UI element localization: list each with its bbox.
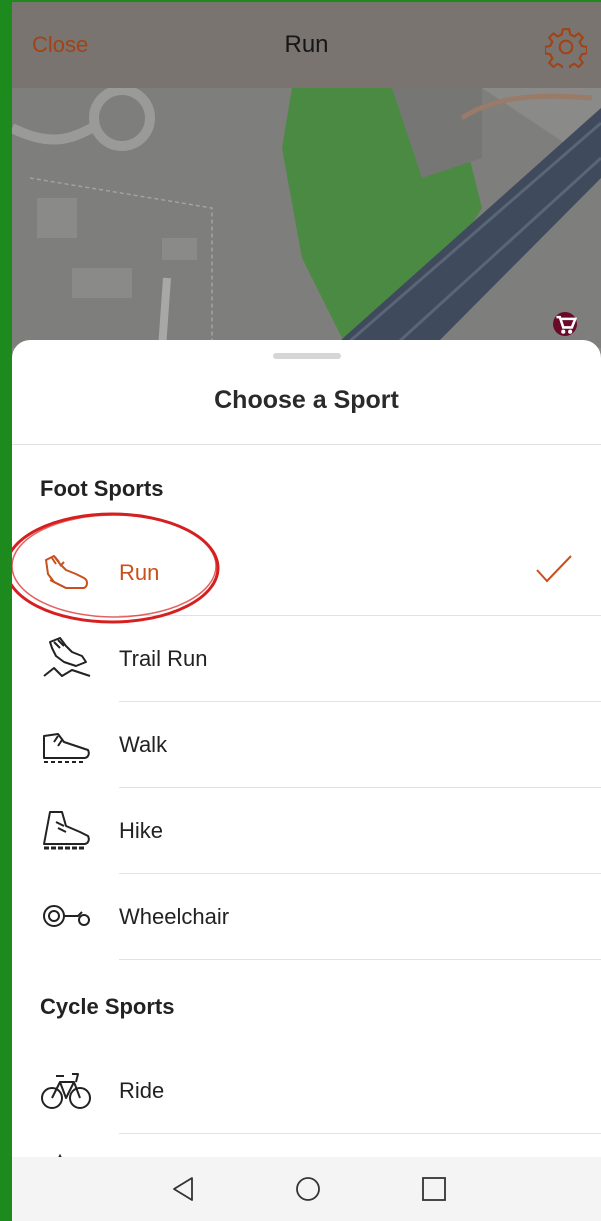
sport-item-trail-run[interactable]: Trail Run [12,616,601,702]
sport-item-walk[interactable]: Walk [12,702,601,788]
system-nav-bar [12,1157,601,1221]
hiking-boot-icon [43,811,90,850]
sport-item-wheelchair[interactable]: Wheelchair [12,874,601,960]
phone-screen: Close Run Choose a Sport Foot Sports Run… [0,0,601,1221]
divider [12,444,601,445]
drag-handle[interactable] [272,353,341,359]
top-bar: Close Run [12,2,601,88]
gear-icon[interactable] [545,26,587,68]
walking-shoe-icon [43,733,90,763]
checkmark-icon [536,555,572,583]
divider [119,959,601,960]
sheet-title: Choose a Sport [214,386,399,414]
sport-item-ride[interactable]: Ride [12,1048,601,1134]
sport-item-label: Run [119,560,160,585]
close-button[interactable]: Close [32,32,88,58]
section-cycle-sports: Cycle Sports [40,994,175,1019]
page-title: Run [284,31,329,58]
map-view[interactable] [12,88,601,348]
sport-item-label: Hike [119,818,164,843]
sport-picker-sheet: Choose a Sport Foot Sports Run Trail Run… [12,340,601,1221]
sport-item-label: Trail Run [119,646,208,671]
trail-run-icon [43,637,91,677]
divider [119,1133,601,1134]
bicycle-icon [41,1073,91,1109]
home-circle-icon[interactable] [294,1175,322,1203]
sport-item-run[interactable]: Run [12,530,601,616]
sport-item-label: Walk [119,732,168,757]
sport-item-hike[interactable]: Hike [12,788,601,874]
running-shoe-icon [45,555,88,589]
section-foot-sports: Foot Sports [40,476,164,501]
sport-item-label: Ride [119,1078,165,1103]
cart-marker-icon[interactable] [553,312,577,336]
back-triangle-icon[interactable] [170,1175,198,1203]
sport-item-label: Wheelchair [119,904,230,929]
recents-square-icon[interactable] [420,1175,448,1203]
wheelchair-icon [43,905,90,927]
